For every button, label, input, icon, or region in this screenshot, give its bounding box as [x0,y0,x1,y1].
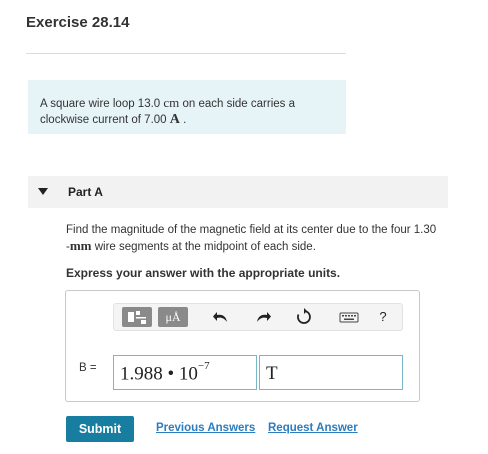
undo-arrow-icon[interactable] [210,306,232,328]
question-unit: mm [69,238,92,253]
help-button[interactable]: ? [372,306,394,328]
exercise-title: Exercise 28.14 [26,14,130,31]
part-a-label: Part A [68,185,103,199]
problem-statement: A square wire loop 13.0 cm on each side … [28,80,346,134]
variable-label: B = [79,362,97,374]
problem-unit-current: A [169,112,180,127]
templates-icon [128,311,146,324]
problem-text-end: . [179,114,187,126]
redo-arrow-icon[interactable] [252,306,274,328]
question-text-after: wire segments at the midpoint of each si… [91,241,316,253]
math-toolbar: μÅ ? [113,303,403,331]
value-exponent: −7 [197,360,210,372]
part-a-header[interactable]: Part A [28,176,448,208]
templates-button[interactable] [122,307,152,327]
keyboard-icon[interactable] [338,306,360,328]
title-divider [26,53,346,54]
answer-instruction: Express your answer with the appropriate… [66,266,341,280]
submit-button[interactable]: Submit [66,416,134,442]
question-text: Find the magnitude of the magnetic field… [66,223,438,255]
value-mantissa: 1.988 • 10 [120,363,198,385]
unit-input[interactable]: T [259,355,403,390]
request-answer-link[interactable]: Request Answer [268,422,358,434]
problem-text-before: A square wire loop 13.0 [40,98,164,110]
answer-box: μÅ ? B = 1.988 • 10−7 T [65,290,420,402]
problem-unit-length: cm [163,95,180,110]
units-button[interactable]: μÅ [158,307,188,327]
previous-answers-link[interactable]: Previous Answers [156,422,255,434]
reset-icon[interactable] [293,306,315,328]
collapse-triangle-icon[interactable] [38,188,48,195]
value-input[interactable]: 1.988 • 10−7 [113,355,257,390]
